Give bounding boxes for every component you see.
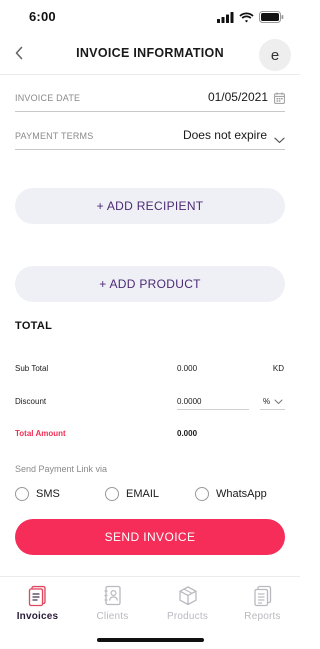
calendar-icon[interactable] [274, 91, 285, 109]
invoice-date-value[interactable]: 01/05/2021 [208, 90, 268, 104]
box-icon [178, 586, 197, 606]
radio-circle[interactable] [15, 487, 29, 501]
wifi-icon [239, 10, 254, 28]
tab-bar-divider [0, 576, 300, 577]
total-amount-label: Total Amount [15, 429, 66, 438]
radio-circle[interactable] [105, 487, 119, 501]
add-recipient-button[interactable]: + ADD RECIPIENT [15, 188, 285, 224]
chevron-down-icon[interactable] [274, 131, 285, 149]
status-bar: 6:00 [0, 0, 300, 34]
tab-reports[interactable]: Reports [225, 585, 300, 622]
send-invoice-button[interactable]: SEND INVOICE [15, 519, 285, 555]
tab-clients-label: Clients [96, 611, 129, 622]
invoice-icon [28, 585, 46, 607]
contacts-icon [104, 585, 121, 606]
discount-unit-select[interactable]: % [260, 395, 286, 409]
chevron-down-icon [274, 399, 283, 404]
report-icon [253, 585, 271, 607]
total-amount-value: 0.000 [177, 429, 198, 438]
sub-total-label: Sub Total [15, 364, 49, 373]
divider [0, 74, 300, 75]
nav-bar: INVOICE INFORMATION e [0, 36, 300, 72]
tab-reports-label: Reports [244, 611, 281, 622]
radio-sms-label: SMS [36, 488, 60, 500]
payment-terms-field[interactable]: PAYMENT TERMS Does not expire [15, 120, 285, 150]
tab-invoices-label: Invoices [16, 611, 59, 622]
send-link-label: Send Payment Link via [15, 464, 108, 474]
tab-products-label: Products [166, 611, 209, 622]
radio-whatsapp-label: WhatsApp [216, 488, 267, 500]
status-icons [217, 10, 284, 28]
invoice-date-label: INVOICE DATE [15, 93, 81, 103]
discount-unit-value: % [263, 397, 271, 406]
home-indicator [97, 638, 204, 642]
tab-invoices[interactable]: Invoices [0, 585, 75, 622]
currency-label: KD [272, 364, 284, 373]
radio-sms[interactable]: SMS [15, 486, 60, 502]
discount-input[interactable]: 0.0000 [177, 397, 201, 406]
signal-icon [217, 10, 234, 28]
discount-unit-underline [260, 409, 285, 410]
radio-email[interactable]: EMAIL [105, 486, 159, 502]
battery-icon [259, 10, 284, 28]
invoice-date-field[interactable]: INVOICE DATE 01/05/2021 [15, 82, 285, 112]
tab-products[interactable]: Products [150, 585, 225, 622]
page-title: INVOICE INFORMATION [76, 46, 224, 60]
add-product-button[interactable]: + ADD PRODUCT [15, 266, 285, 302]
discount-input-underline [177, 409, 249, 410]
payment-terms-label: PAYMENT TERMS [15, 131, 94, 141]
payment-terms-value[interactable]: Does not expire [183, 128, 267, 142]
sub-total-value: 0.000 [177, 364, 198, 373]
tab-clients[interactable]: Clients [75, 585, 150, 622]
discount-label: Discount [15, 397, 47, 406]
total-heading: TOTAL [15, 320, 53, 332]
status-time: 6:00 [29, 9, 56, 24]
radio-email-label: EMAIL [126, 488, 160, 500]
radio-whatsapp[interactable]: WhatsApp [195, 486, 267, 502]
radio-circle[interactable] [195, 487, 209, 501]
avatar[interactable]: e [259, 39, 291, 71]
